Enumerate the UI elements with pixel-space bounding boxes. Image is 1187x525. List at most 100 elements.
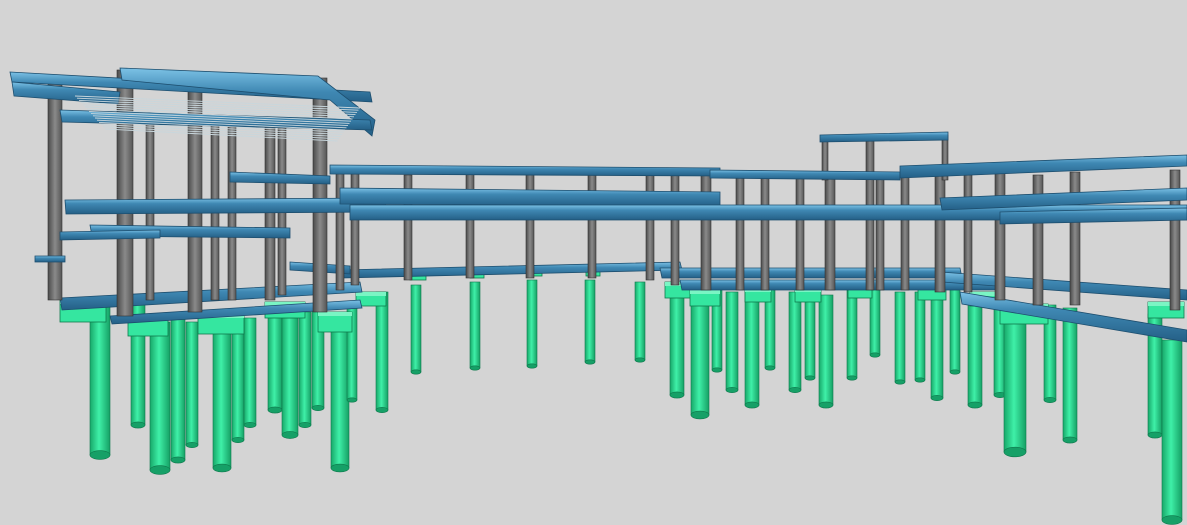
column [47,74,63,301]
pile-base [711,367,723,373]
floor-beam [329,164,721,177]
3d-viewport[interactable] [0,0,1187,525]
pile [1161,339,1183,521]
column [760,174,770,291]
floor-beam [59,229,161,241]
pile [690,297,710,416]
pile-base [690,410,710,420]
pile-base [311,405,325,411]
pile [744,291,760,406]
pile-base [526,363,538,369]
pile-base [243,422,257,428]
pile-base [330,463,350,473]
pile [231,319,245,441]
pile [375,291,389,411]
pile [330,321,350,469]
pile-base [281,431,299,439]
pile-base [744,401,760,409]
pile-base [725,387,739,393]
column [994,169,1006,301]
pile [298,311,312,426]
pile-base [170,456,186,464]
pile-base [1043,397,1057,403]
floor-beam [64,197,387,215]
column [963,174,973,293]
pile [185,321,199,446]
pile [967,297,983,406]
pile-base [375,407,389,413]
pile-base [231,437,245,443]
pile [914,291,926,381]
upper-beams-group [9,67,1187,263]
pile [410,284,422,373]
floor-beam [709,169,901,181]
pile-base [804,375,816,381]
column [465,169,475,279]
pile-base [584,359,596,365]
pile [267,309,283,411]
pile [634,281,646,361]
cantilever-beam [34,255,66,263]
pile-base [930,395,944,401]
pile [469,281,481,369]
pile [526,279,538,367]
pile-base [410,369,422,375]
pile-base [1147,431,1163,439]
column [824,171,836,291]
pile [170,317,186,461]
column [934,171,946,293]
pile [212,321,232,469]
pile [930,293,944,399]
pile [894,291,906,383]
pile-base [130,421,146,429]
column [875,171,885,291]
column [735,174,745,291]
pile [584,279,596,363]
penthouse-beam [819,131,949,143]
ground-beam [339,261,683,279]
pile-base [185,442,199,448]
pile-base [788,387,802,393]
pile-base [149,465,171,475]
column [645,171,655,281]
column [670,171,680,286]
pile-base [949,369,961,375]
pile-base [669,391,685,399]
column [1069,171,1081,306]
pile [243,317,257,426]
column [900,171,910,291]
pile [949,289,961,373]
pile [804,289,816,379]
pile-base [212,463,232,473]
pile-base [89,450,111,460]
pile [788,291,802,391]
pile-base [634,357,646,363]
pile-base [914,377,926,383]
structural-model-render[interactable] [0,0,1187,525]
column [700,171,712,291]
pile-base [1062,436,1078,444]
pile-base [298,422,312,428]
pile-base [1003,446,1027,458]
pile [669,289,685,396]
pile-base [869,352,881,358]
pile-base [846,375,858,381]
pile-base [764,365,776,371]
pile-base [267,406,283,414]
pile [818,294,834,406]
pile [1003,307,1027,453]
pile-base [1161,515,1183,525]
column [587,171,597,279]
pile-base [894,379,906,385]
pile [89,299,111,456]
pile-base [967,401,983,409]
pile-cap-top [690,290,720,294]
pile [725,291,739,391]
pile [1062,307,1078,441]
column [795,174,805,291]
pile [281,317,299,436]
column [350,169,360,286]
pile-cap-top [318,312,352,316]
pile-base [818,401,834,409]
pile [149,321,171,471]
